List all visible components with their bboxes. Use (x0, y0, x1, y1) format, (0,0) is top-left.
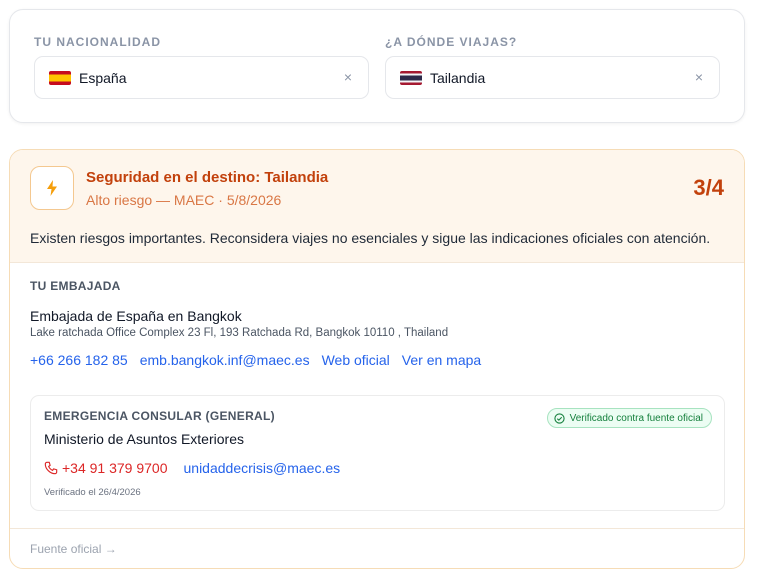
nationality-value: España (79, 69, 127, 86)
check-circle-icon (553, 412, 565, 424)
embassy-name: Embajada de España en Bangkok (30, 308, 242, 324)
embassy-phone-link[interactable]: +66 266 182 85 (30, 352, 128, 368)
verified-badge: Verificado contra fuente oficial (546, 408, 712, 428)
emergency-phone-link[interactable]: +34 91 379 9700 (62, 460, 168, 476)
divider (10, 528, 744, 529)
safety-title: Seguridad en el destino: Tailandia (86, 169, 329, 186)
destination-safety-card: Seguridad en el destino: Tailandia Alto … (9, 149, 745, 569)
emergency-name: Ministerio de Asuntos Exteriores (44, 431, 244, 447)
verified-date: Verificado el 26/4/2026 (44, 487, 141, 498)
embassy-website-link[interactable]: Web oficial (322, 352, 390, 368)
embassy-email-link[interactable]: emb.bangkok.inf@maec.es (140, 352, 310, 368)
phone-icon (44, 461, 58, 475)
embassy-address: Lake ratchada Office Complex 23 Fl, 193 … (30, 327, 449, 339)
safety-subtitle: Alto riesgo — MAEC · 5/8/2026 (86, 192, 282, 208)
emergency-contacts: +34 91 379 9700 unidaddecrisis@maec.es (44, 460, 340, 476)
nationality-label: TU NACIONALIDAD (34, 35, 161, 49)
clear-destination-icon[interactable]: × (695, 69, 703, 85)
consular-emergency-card: EMERGENCIA CONSULAR (GENERAL) Verificado… (30, 395, 725, 511)
destination-label: ¿A DÓNDE VIAJAS? (385, 35, 518, 49)
clear-nationality-icon[interactable]: × (344, 69, 352, 85)
divider (10, 262, 744, 263)
travel-selector-card: TU NACIONALIDAD España × ¿A DÓNDE VIAJAS… (9, 9, 745, 123)
risk-score: 3/4 (693, 175, 724, 200)
thailand-flag-icon (400, 70, 422, 85)
official-source-link[interactable]: Fuente oficial → (30, 542, 117, 556)
embassy-links: +66 266 182 85 emb.bangkok.inf@maec.es W… (30, 352, 481, 368)
advisory-text: Existen riesgos importantes. Reconsidera… (30, 230, 711, 246)
embassy-map-link[interactable]: Ver en mapa (402, 352, 481, 368)
destination-value: Tailandia (430, 69, 486, 86)
spain-flag-icon (49, 70, 71, 85)
emergency-section-label: EMERGENCIA CONSULAR (GENERAL) (44, 409, 275, 423)
nationality-select[interactable]: España × (34, 56, 369, 99)
destination-select[interactable]: Tailandia × (385, 56, 720, 99)
lightning-bolt-icon (30, 166, 74, 210)
verified-badge-label: Verificado contra fuente oficial (569, 412, 703, 424)
embassy-section-label: TU EMBAJADA (30, 279, 121, 293)
emergency-email-link[interactable]: unidaddecrisis@maec.es (184, 460, 341, 476)
